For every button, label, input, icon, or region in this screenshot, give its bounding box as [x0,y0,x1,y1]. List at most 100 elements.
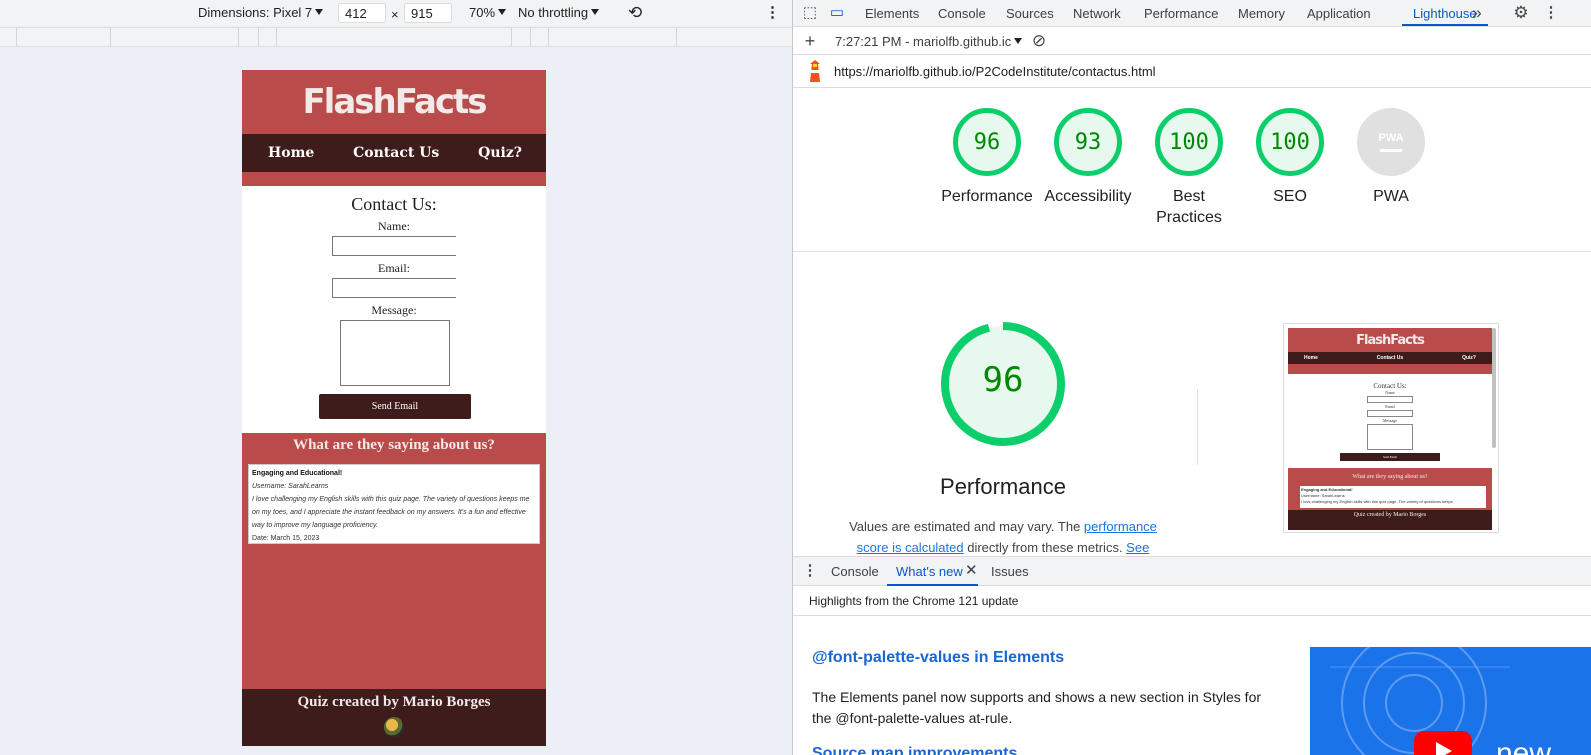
note-text: Values are estimated and may vary. The [849,519,1084,534]
lighthouse-toolbar: + 7:27:21 PM - mariolfb.github.ic ⊘ [793,28,1591,55]
drawer-tab-bar: ⋮ Console What's new ✕ Issues [793,556,1591,586]
nav-link-quiz[interactable]: Quiz? [478,145,522,161]
site-header: FlashFacts [242,70,546,134]
emulated-page: FlashFacts Home Contact Us Quiz? Contact… [242,70,546,746]
message-label: Message: [371,303,417,317]
final-screenshot-thumbnail[interactable]: FlashFacts Home Contact Us Quiz? Contact… [1283,323,1499,533]
pwa-badge-text: PWA [1378,132,1404,144]
device-toolbar-icon[interactable]: ▭ [828,4,846,22]
thumbnail-footer: Quiz created by Mario Borges [1288,510,1492,530]
contact-form: Contact Us: Name: Email: Message: Send E… [242,186,546,433]
clear-report-icon[interactable]: ⊘ [1030,32,1048,50]
ruler-tick [276,28,277,46]
throttling-label: No throttling [518,5,589,20]
name-label: Name: [378,219,410,233]
media-query-ruler[interactable] [0,27,792,47]
divider [1197,389,1198,465]
thumbnail-send-button: Send Email [1340,453,1440,461]
feature-description: The Elements panel now supports and show… [812,689,1262,726]
chevron-down-icon [498,9,507,15]
whats-new-header-text: Highlights from the Chrome 121 update [809,594,1019,608]
thumbnail-scrollbar [1492,328,1496,448]
nav-link-contact[interactable]: Contact Us [353,145,439,161]
score-label: PWA [1373,188,1409,205]
testimonial-username: Username: SarahLearns [252,483,329,490]
message-field[interactable] [340,320,450,386]
thumbnail-card: Engaging and Educational! Username: Sara… [1300,486,1486,508]
testimonial-heading: Engaging and Educational! [252,470,343,477]
email-field[interactable] [332,278,456,298]
drawer-tab-issues[interactable]: Issues [991,564,1029,579]
dimension-times-sign: × [391,7,399,22]
thumbnail-message-label: Message [1383,418,1397,423]
report-selector[interactable]: 7:27:21 PM - mariolfb.github.ic [835,34,1023,49]
lighthouse-logo-icon [810,60,820,82]
drawer-tab-console[interactable]: Console [831,564,879,579]
feature-title-link[interactable]: @font-palette-values in Elements [812,649,1064,667]
device-dimensions-dropdown[interactable]: Dimensions: Pixel 7 [198,5,324,20]
send-email-button[interactable]: Send Email [319,394,471,419]
play-icon[interactable] [1414,731,1472,755]
device-width-input[interactable] [338,3,386,23]
site-footer: Quiz created by Mario Borges [242,689,546,746]
thumbnail-email-field [1367,410,1413,417]
performance-title: Performance [940,474,1066,499]
performance-score: 96 [982,360,1024,400]
drawer-menu-icon[interactable]: ⋮ [801,562,819,580]
thumbnail-name-field [1367,396,1413,403]
name-field[interactable] [332,236,456,256]
more-options-icon[interactable]: ⋮ [1542,4,1560,22]
thumbnail-email-label: Email [1385,404,1395,409]
testimonial-date: Date: March 15, 2023 [252,535,320,542]
tab-performance[interactable]: Performance [1144,6,1218,21]
rotate-icon[interactable]: ⟲ [628,3,642,23]
add-report-icon[interactable]: + [801,32,819,50]
score-ring: 100 [1155,108,1223,176]
ruler-tick [676,28,677,46]
contact-title: Contact Us: [351,194,437,214]
ruler-tick [548,28,549,46]
zoom-dropdown[interactable]: 70% [469,5,507,20]
inspect-element-icon[interactable]: ⬚ [801,4,819,22]
devtools-tab-bar: ⬚ ▭ Elements Console Sources Network Per… [793,0,1591,27]
whats-new-header: Highlights from the Chrome 121 update [793,587,1591,616]
ruler-tick [110,28,111,46]
ruler-tick [238,28,239,46]
feature2-title-link[interactable]: Source map improvements [812,745,1017,755]
thumbnail-nav-quiz: Quiz? [1462,355,1476,361]
site-nav: Home Contact Us Quiz? [242,134,546,172]
ruler-tick [16,28,17,46]
thumbnail-title: FlashFacts [1356,333,1425,348]
report-url[interactable]: https://mariolfb.github.io/P2CodeInstitu… [834,64,1156,79]
score-gauge-pwa[interactable]: PWA PWA [1331,108,1451,207]
close-icon[interactable]: ✕ [965,561,978,579]
tab-application[interactable]: Application [1307,6,1371,21]
thumbnail-name-label: Name [1385,390,1395,395]
devtools-panel: ⬚ ▭ Elements Console Sources Network Per… [792,0,1591,755]
tab-sources[interactable]: Sources [1006,6,1054,21]
chevron-down-icon [315,9,324,15]
tab-elements[interactable]: Elements [865,6,919,21]
testimonials-title: What are they saying about us? [293,437,495,453]
thumbnail-nav: Home Contact Us Quiz? [1288,352,1492,364]
active-drawer-tab-indicator [887,584,978,586]
testimonial-body: I love challenging my English skills wit… [252,496,530,529]
tab-console[interactable]: Console [938,6,986,21]
device-height-input[interactable] [404,3,452,23]
nav-link-home[interactable]: Home [268,145,314,161]
throttling-dropdown[interactable]: No throttling [518,5,600,20]
more-options-icon[interactable]: ⋮ [765,3,780,21]
whats-new-video-thumbnail[interactable]: new [1310,647,1591,755]
drawer-tab-whats-new[interactable]: What's new [896,564,963,579]
more-tabs-icon[interactable]: » [1468,4,1486,22]
score-ring: 96 [953,108,1021,176]
note-text: directly from these metrics. [963,540,1127,555]
ruler-tick [258,28,259,46]
score-label: Best Practices [1156,188,1222,226]
thumbnail-nav-home: Home [1304,355,1318,361]
gear-icon[interactable]: ⚙ [1512,4,1530,22]
tab-memory[interactable]: Memory [1238,6,1285,21]
thumbnail-message-field [1367,424,1413,450]
ruler-tick [511,28,512,46]
tab-network[interactable]: Network [1073,6,1121,21]
